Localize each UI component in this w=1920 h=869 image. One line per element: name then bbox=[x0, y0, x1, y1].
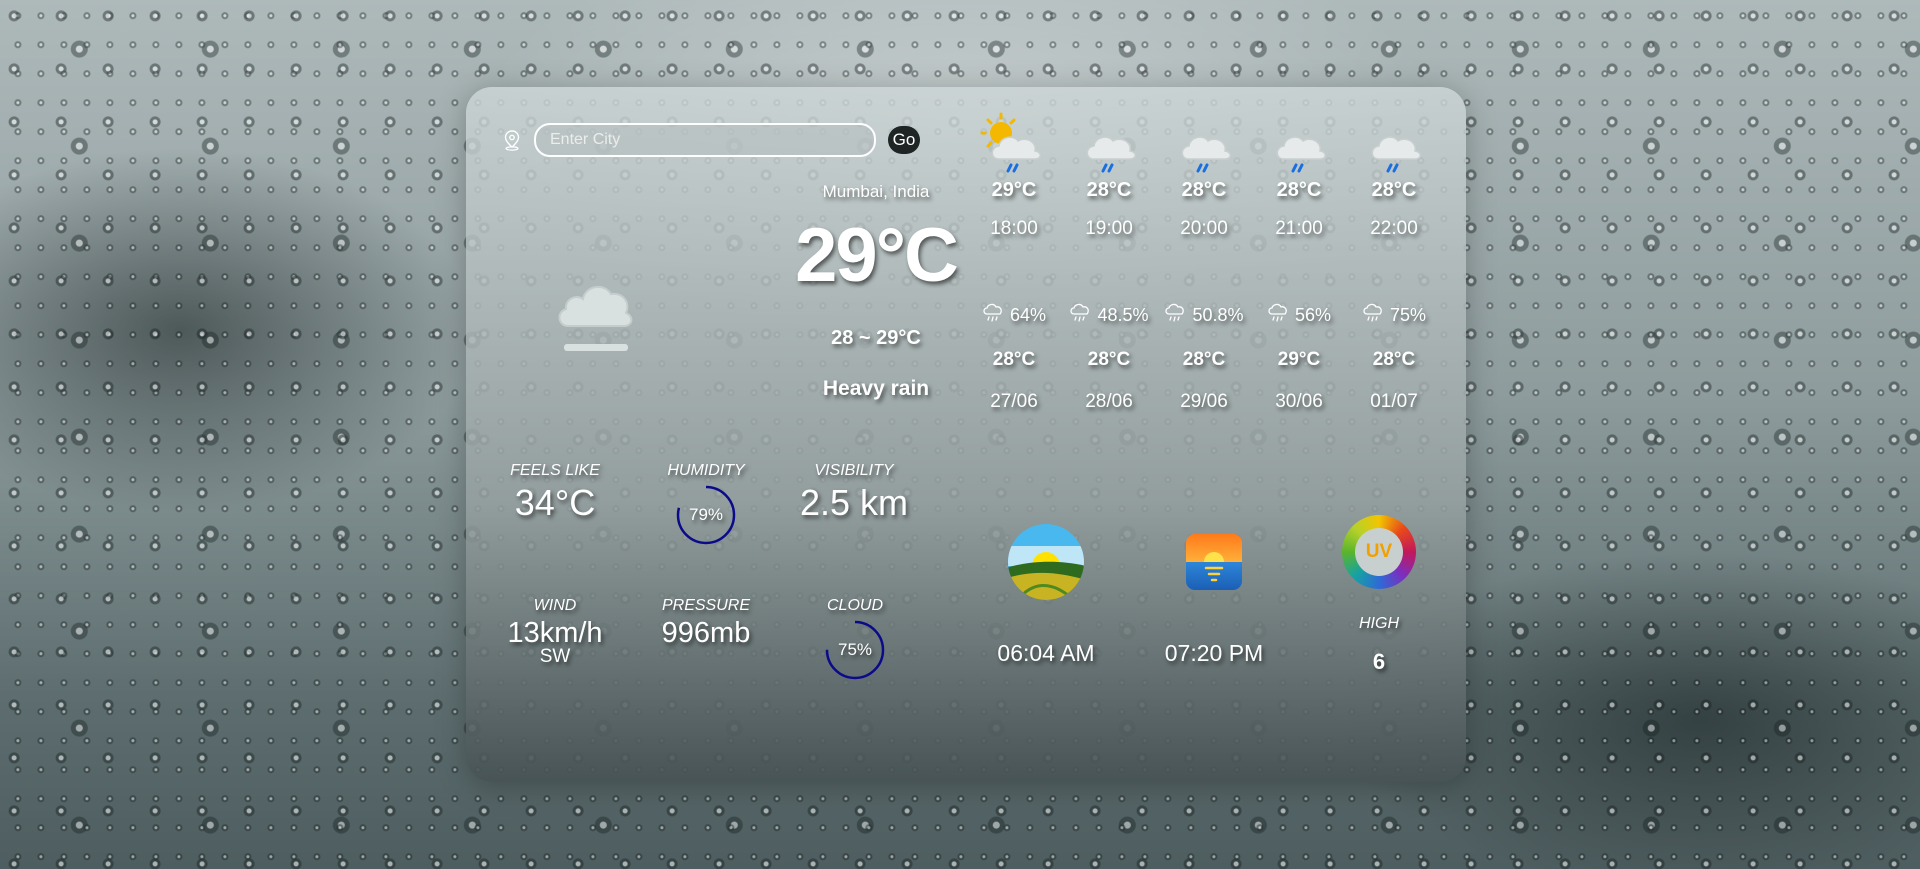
pressure-stat: PRESSURE 996mb bbox=[641, 597, 771, 650]
daily-temp: 28°C bbox=[992, 349, 1036, 370]
sunset-icon bbox=[1186, 534, 1242, 590]
hourly-temp: 28°C bbox=[1371, 179, 1417, 201]
rain-drop-icon bbox=[1069, 302, 1091, 329]
sunset-panel: 07:20 PM bbox=[1144, 532, 1284, 667]
hourly-item: 28°C 19:00 bbox=[1069, 109, 1149, 240]
hourly-item: 28°C 20:00 bbox=[1164, 109, 1244, 240]
humidity-stat: HUMIDITY 79% bbox=[641, 462, 771, 546]
moon-cloud-rain-icon bbox=[1371, 119, 1421, 173]
hourly-time: 18:00 bbox=[990, 218, 1038, 239]
cloud-value: 75% bbox=[837, 640, 873, 659]
visibility-stat: VISIBILITY 2.5 km bbox=[789, 462, 919, 524]
daily-date: 01/07 bbox=[1370, 391, 1418, 412]
hourly-item: 28°C 22:00 bbox=[1354, 109, 1434, 240]
hourly-temp: 28°C bbox=[1086, 179, 1132, 201]
feels-like-label: FEELS LIKE bbox=[510, 462, 600, 479]
sunset-time: 07:20 PM bbox=[1164, 640, 1264, 666]
daily-item: 50.8% 28°C 29/06 bbox=[1161, 302, 1247, 413]
cloud-label: CLOUD bbox=[826, 597, 883, 614]
rain-drop-icon bbox=[982, 302, 1004, 329]
daily-temp: 29°C bbox=[1277, 349, 1321, 370]
visibility-label: VISIBILITY bbox=[814, 462, 894, 479]
daily-rain-chance: 64% bbox=[1009, 305, 1047, 325]
humidity-label: HUMIDITY bbox=[667, 462, 745, 479]
hourly-temp: 28°C bbox=[1181, 179, 1227, 201]
cloud-stat: CLOUD 75% bbox=[790, 597, 920, 681]
daily-item: 56% 29°C 30/06 bbox=[1256, 302, 1342, 413]
hourly-time: 22:00 bbox=[1370, 218, 1418, 239]
daily-rain-chance: 50.8% bbox=[1192, 305, 1244, 325]
search-bar: Go bbox=[502, 123, 920, 157]
daily-item: 75% 28°C 01/07 bbox=[1351, 302, 1437, 413]
feels-like-value: 34°C bbox=[514, 482, 596, 523]
daily-rain-chance: 75% bbox=[1389, 305, 1427, 325]
hourly-temp: 29°C bbox=[991, 179, 1037, 201]
rain-drop-icon bbox=[1164, 302, 1186, 329]
hourly-item: 28°C 21:00 bbox=[1259, 109, 1339, 240]
daily-date: 27/06 bbox=[990, 391, 1038, 412]
moon-cloud-rain-icon bbox=[1276, 119, 1326, 173]
sun-cloud-rain-icon bbox=[980, 112, 1041, 173]
daily-item: 64% 28°C 27/06 bbox=[971, 302, 1057, 413]
weather-card: Go Mumbai, India 29°C 28 ~ 29°C Heavy ra… bbox=[466, 87, 1466, 782]
cloud-ring: 75% bbox=[824, 619, 886, 681]
hourly-time: 21:00 bbox=[1275, 218, 1323, 239]
pressure-value: 996mb bbox=[661, 617, 751, 649]
daily-temp: 28°C bbox=[1372, 349, 1416, 370]
wind-stat: WIND 13km/h SW bbox=[490, 597, 620, 668]
humidity-ring: 79% bbox=[675, 484, 737, 546]
sunrise-icon bbox=[1008, 524, 1084, 600]
moon-cloud-rain-icon bbox=[1086, 119, 1136, 173]
cloud-fog-icon bbox=[558, 285, 633, 351]
daily-temp: 28°C bbox=[1087, 349, 1131, 370]
daily-rain-chance: 48.5% bbox=[1097, 305, 1149, 325]
hourly-item: 29°C 18:00 bbox=[974, 109, 1054, 240]
wind-label: WIND bbox=[533, 597, 577, 614]
uv-level: HIGH bbox=[1359, 615, 1399, 632]
moon-cloud-rain-icon bbox=[1181, 119, 1231, 173]
hourly-time: 19:00 bbox=[1085, 218, 1133, 239]
hourly-time: 20:00 bbox=[1180, 218, 1228, 239]
rain-drop-icon bbox=[1267, 302, 1289, 329]
daily-date: 29/06 bbox=[1180, 391, 1228, 412]
uv-index-icon: UV bbox=[1342, 515, 1416, 589]
uv-panel: UV HIGH 6 bbox=[1324, 515, 1434, 675]
go-button[interactable]: Go bbox=[888, 126, 920, 154]
rain-drop-icon bbox=[1362, 302, 1384, 329]
daily-temp: 28°C bbox=[1182, 349, 1226, 370]
visibility-value: 2.5 km bbox=[799, 482, 909, 523]
feels-like-stat: FEELS LIKE 34°C bbox=[490, 462, 620, 524]
uv-badge-text: UV bbox=[1355, 528, 1403, 576]
sunrise-time: 06:04 AM bbox=[997, 640, 1095, 666]
daily-item: 48.5% 28°C 28/06 bbox=[1066, 302, 1152, 413]
location-pin-icon[interactable] bbox=[502, 129, 522, 151]
daily-date: 30/06 bbox=[1275, 391, 1323, 412]
hourly-temp: 28°C bbox=[1276, 179, 1322, 201]
uv-value: 6 bbox=[1372, 649, 1386, 674]
daily-date: 28/06 bbox=[1085, 391, 1133, 412]
pressure-label: PRESSURE bbox=[661, 597, 751, 614]
sunrise-panel: 06:04 AM bbox=[976, 522, 1116, 667]
daily-rain-chance: 56% bbox=[1294, 305, 1332, 325]
city-search-input[interactable] bbox=[534, 123, 876, 157]
humidity-value: 79% bbox=[688, 505, 724, 524]
